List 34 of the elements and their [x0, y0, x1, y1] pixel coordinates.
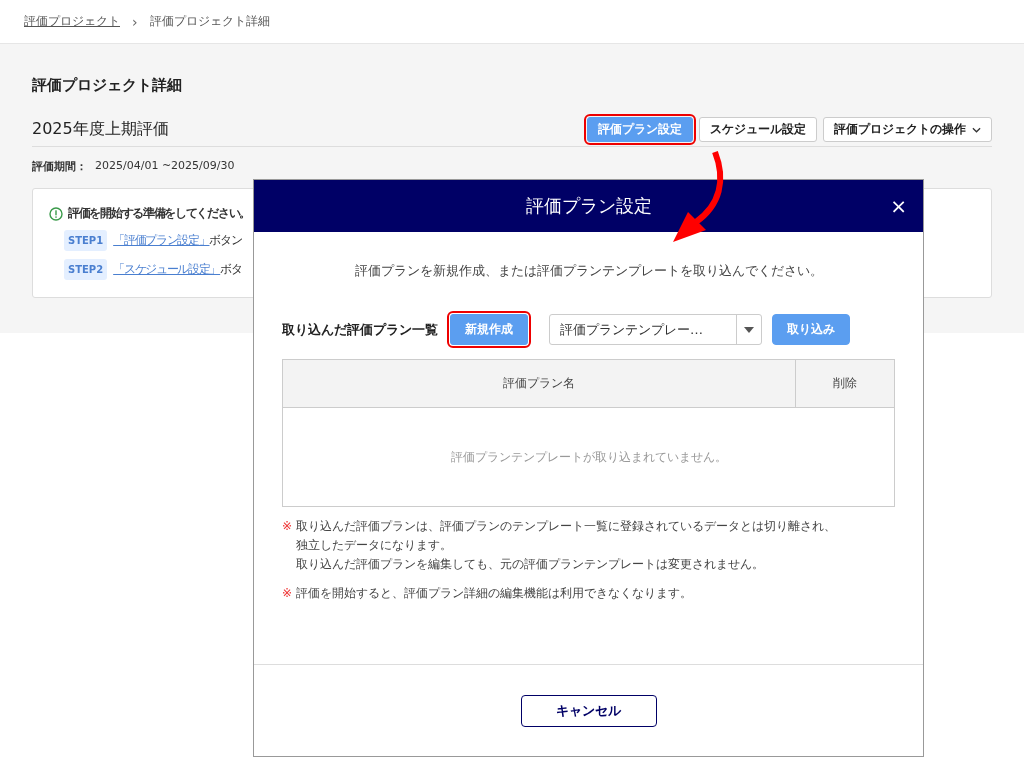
note-text: 取り込んだ評価プランを編集しても、元の評価プランテンプレートは変更されません。: [296, 556, 766, 573]
intro-text: 評価プランを新規作成、または評価プランテンプレートを取り込んでください。: [353, 262, 824, 280]
dropdown-button[interactable]: 評価プロジェクトの操作: [823, 117, 992, 142]
breadcrumb-link[interactable]: 評価プロジェクト: [24, 13, 120, 30]
step-text: 「スケジュール設定」ボタ: [113, 261, 242, 278]
note-mark: ※: [282, 585, 293, 602]
step-badge: STEP1: [64, 230, 108, 251]
note-mark: ※: [282, 518, 293, 535]
column-header: 削除: [832, 375, 858, 392]
note-text: 評価を開始すると、評価プラン詳細の編集機能は利用できなくなります。: [296, 585, 693, 602]
close-button[interactable]: ×: [890, 194, 907, 218]
page-title: 評価プロジェクト詳細: [32, 76, 183, 95]
step-badge: STEP2: [64, 259, 108, 280]
caret-icon: [972, 126, 981, 133]
template-select[interactable]: 評価プランテンプレー…: [549, 314, 762, 345]
dropdown-arrow-icon: [744, 326, 754, 333]
notice-title: 評価を開始する準備をしてください。: [68, 205, 250, 222]
project-name: 2025年度上期評価: [32, 119, 169, 140]
step-link[interactable]: 「スケジュール設定」: [113, 262, 221, 276]
period-value: 2025/04/01 ~2025/09/30: [95, 159, 235, 174]
step-text: 「評価プラン設定」ボタン: [113, 232, 242, 249]
cancel-button[interactable]: キャンセル: [520, 695, 657, 727]
note-text: 取り込んだ評価プランは、評価プランのテンプレート一覧に登録されているデータとは切り離され、: [296, 518, 837, 535]
column-header: 評価プラン名: [283, 360, 796, 407]
period-label: 評価期間：: [32, 159, 87, 174]
breadcrumb-separator: ›: [132, 13, 138, 30]
schedule-settings-button[interactable]: スケジュール設定: [699, 117, 817, 142]
step-link[interactable]: 「評価プラン設定」: [113, 233, 210, 247]
dialog-title: 評価プラン設定: [525, 194, 652, 218]
section-label: 取り込んだ評価プラン一覧: [282, 320, 438, 339]
note-text: 独立したデータになります。: [296, 537, 454, 554]
empty-message: 評価プランテンプレートが取り込まれていません。: [449, 448, 728, 466]
breadcrumb-current: 評価プロジェクト詳細: [149, 13, 270, 30]
exclamation-icon: [49, 206, 63, 221]
